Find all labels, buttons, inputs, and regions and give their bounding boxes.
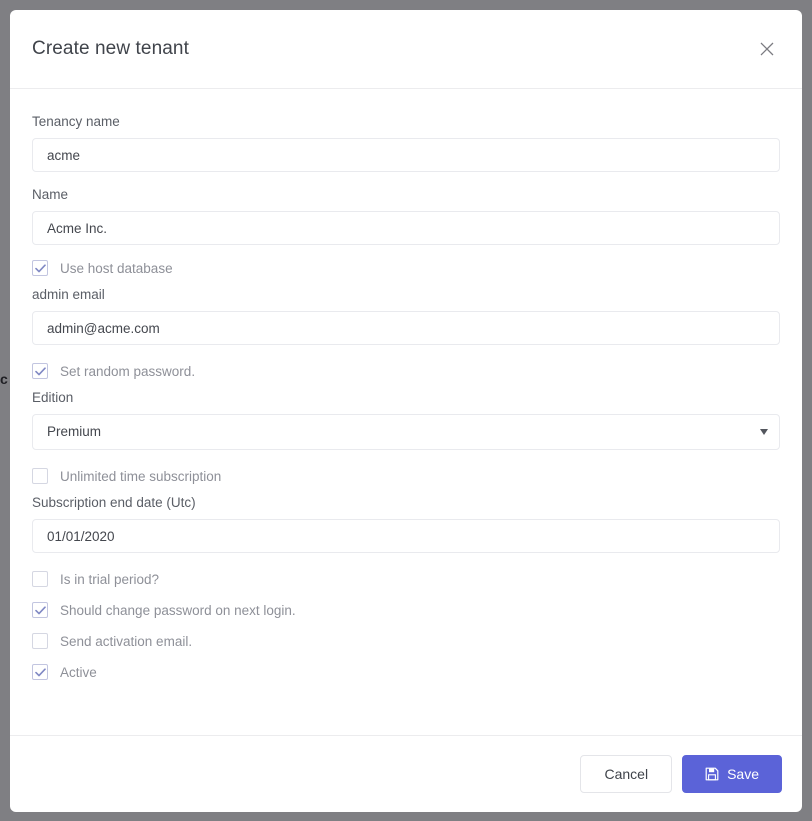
admin-email-field-group: admin email	[32, 286, 780, 345]
check-icon	[34, 366, 46, 375]
admin-email-label: admin email	[32, 287, 105, 302]
edition-label: Edition	[32, 390, 74, 405]
set-random-password-label[interactable]: Set random password.	[60, 363, 195, 380]
name-input[interactable]	[32, 211, 780, 245]
should-change-password-checkbox[interactable]	[32, 602, 48, 618]
is-in-trial-period-checkbox[interactable]	[32, 571, 48, 587]
edition-field-group: Edition Premium	[32, 389, 780, 450]
is-in-trial-period-label[interactable]: Is in trial period?	[60, 571, 159, 588]
send-activation-email-label[interactable]: Send activation email.	[60, 633, 192, 650]
check-icon	[34, 263, 46, 272]
floppy-disk-save-icon	[705, 767, 719, 781]
modal-body: Tenancy name Name Use host database admi…	[10, 89, 802, 735]
save-button-label: Save	[727, 766, 759, 782]
admin-email-input[interactable]	[32, 311, 780, 345]
cancel-button[interactable]: Cancel	[580, 755, 673, 793]
active-row[interactable]: Active	[32, 660, 780, 684]
use-host-database-checkbox[interactable]	[32, 260, 48, 276]
check-icon	[34, 667, 46, 676]
save-button[interactable]: Save	[682, 755, 782, 793]
tenancy-name-field-group: Tenancy name	[32, 113, 780, 172]
should-change-password-row[interactable]: Should change password on next login.	[32, 598, 780, 622]
is-in-trial-period-row[interactable]: Is in trial period?	[32, 567, 780, 591]
unlimited-time-subscription-label[interactable]: Unlimited time subscription	[60, 468, 221, 485]
subscription-end-date-label: Subscription end date (Utc)	[32, 495, 196, 510]
modal-footer: Cancel Save	[10, 735, 802, 812]
active-checkbox[interactable]	[32, 664, 48, 680]
name-label: Name	[32, 187, 69, 202]
unlimited-time-subscription-row[interactable]: Unlimited time subscription	[32, 464, 780, 488]
unlimited-time-subscription-checkbox[interactable]	[32, 468, 48, 484]
set-random-password-row[interactable]: Set random password.	[32, 359, 780, 383]
page-title: Create new tenant	[32, 38, 189, 59]
active-label[interactable]: Active	[60, 664, 97, 681]
edition-select-wrapper[interactable]: Premium	[32, 414, 780, 450]
create-tenant-modal: Create new tenant Tenancy name Name Use …	[10, 10, 802, 812]
tenancy-name-input[interactable]	[32, 138, 780, 172]
name-field-group: Name	[32, 186, 780, 245]
set-random-password-checkbox[interactable]	[32, 363, 48, 379]
send-activation-email-row[interactable]: Send activation email.	[32, 629, 780, 653]
tenancy-name-label: Tenancy name	[32, 114, 120, 129]
should-change-password-label[interactable]: Should change password on next login.	[60, 602, 296, 619]
close-icon[interactable]	[754, 36, 780, 62]
check-icon	[34, 605, 46, 614]
subscription-end-date-input[interactable]	[32, 519, 780, 553]
send-activation-email-checkbox[interactable]	[32, 633, 48, 649]
subscription-end-date-field-group: Subscription end date (Utc)	[32, 494, 780, 553]
edition-select[interactable]: Premium	[32, 414, 780, 450]
modal-header: Create new tenant	[10, 10, 802, 89]
use-host-database-label[interactable]: Use host database	[60, 260, 173, 277]
use-host-database-row[interactable]: Use host database	[32, 256, 780, 280]
